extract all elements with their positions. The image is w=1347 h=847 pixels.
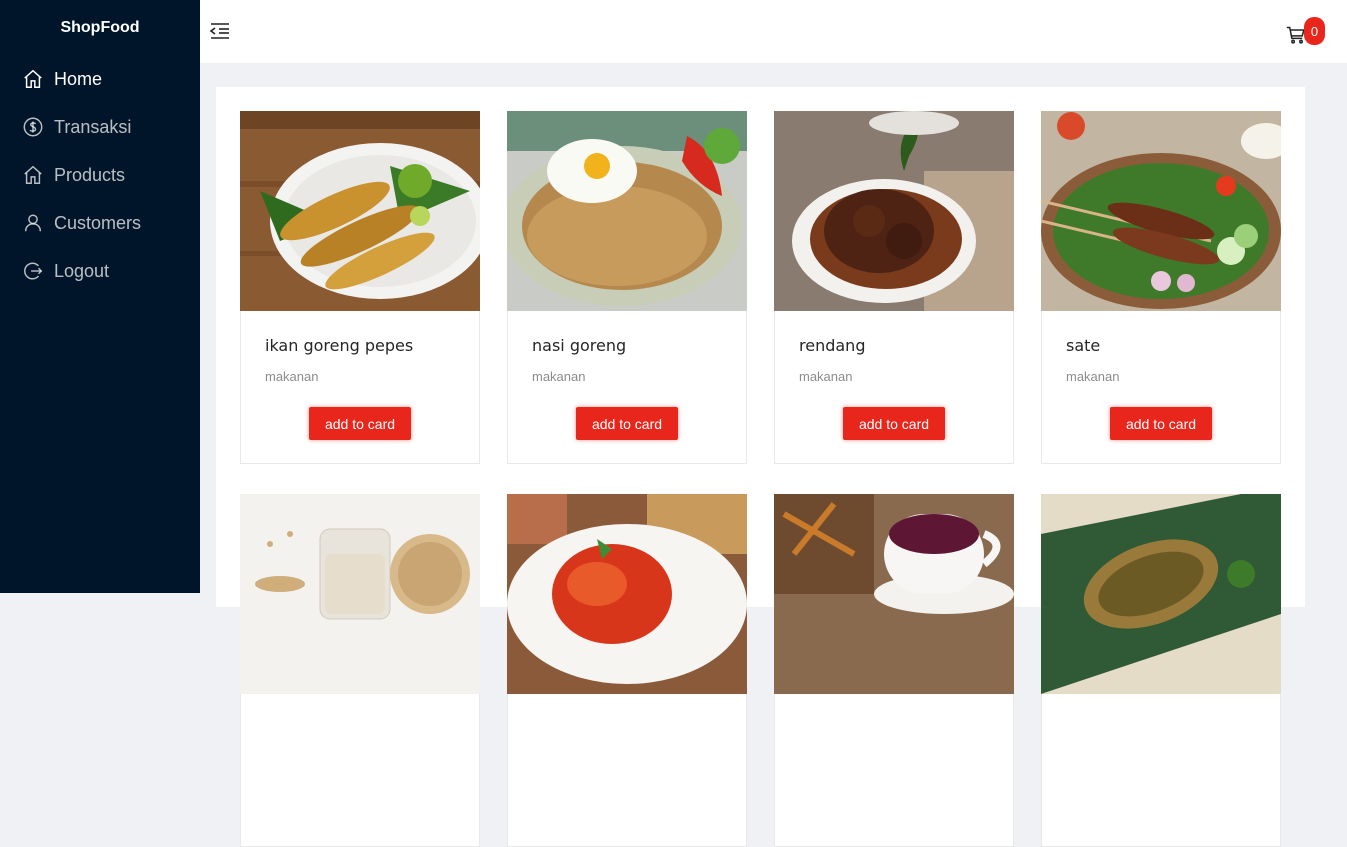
- sidebar-item-logout[interactable]: Logout: [0, 247, 200, 295]
- home-icon: [22, 164, 44, 186]
- brand-logo: ShopFood: [60, 19, 140, 36]
- product-card: ikan goreng pepes makanan add to card: [240, 111, 480, 464]
- sidebar-item-label: Customers: [54, 212, 142, 233]
- add-to-card-button[interactable]: add to card: [576, 407, 678, 440]
- sidebar-item-products[interactable]: Products: [0, 151, 200, 199]
- product-category: makanan: [532, 369, 586, 384]
- product-image: [1041, 111, 1281, 311]
- product-name: rendang: [799, 336, 866, 355]
- sidebar-item-home[interactable]: Home: [0, 55, 200, 103]
- sidebar-item-label: Home: [54, 68, 103, 89]
- logout-icon: [22, 260, 44, 282]
- dollar-circle-icon: [22, 116, 44, 138]
- product-category: makanan: [1066, 369, 1120, 384]
- add-to-card-button[interactable]: add to card: [309, 407, 411, 440]
- sidebar-item-label: Transaksi: [54, 116, 132, 137]
- top-header: 0: [200, 0, 1347, 63]
- product-image: [240, 111, 480, 311]
- menu-fold-icon[interactable]: [209, 21, 230, 41]
- product-name: sate: [1066, 336, 1101, 355]
- add-to-card-button[interactable]: add to card: [1110, 407, 1212, 440]
- user-icon: [22, 212, 44, 234]
- product-card: [774, 494, 1014, 847]
- sidebar-menu: Home Transaksi Products Customers Logout: [0, 55, 200, 295]
- sidebar: ShopFood Home Transaksi Products Custome…: [0, 0, 200, 593]
- main-content: ikan goreng pepes makanan add to card na…: [216, 87, 1305, 847]
- sidebar-item-label: Logout: [54, 260, 110, 281]
- sidebar-item-label: Products: [54, 164, 126, 185]
- home-icon: [22, 68, 44, 90]
- sidebar-item-transaksi[interactable]: Transaksi: [0, 103, 200, 151]
- product-card: [240, 494, 480, 847]
- cart-count-badge: 0: [1304, 17, 1325, 45]
- product-card: nasi goreng makanan add to card: [507, 111, 747, 464]
- add-to-card-button[interactable]: add to card: [843, 407, 945, 440]
- product-image: [1041, 494, 1281, 694]
- product-grid: ikan goreng pepes makanan add to card na…: [240, 111, 1281, 847]
- product-name: nasi goreng: [532, 336, 627, 355]
- product-category: makanan: [799, 369, 853, 384]
- product-card: rendang makanan add to card: [774, 111, 1014, 464]
- sidebar-item-customers[interactable]: Customers: [0, 199, 200, 247]
- product-image: [507, 111, 747, 311]
- product-category: makanan: [265, 369, 319, 384]
- product-card: [1041, 494, 1281, 847]
- cart-button[interactable]: 0: [1286, 17, 1326, 47]
- product-image: [507, 494, 747, 694]
- product-card: [507, 494, 747, 847]
- product-card: sate makanan add to card: [1041, 111, 1281, 464]
- product-image: [240, 494, 480, 694]
- product-name: ikan goreng pepes: [265, 336, 414, 355]
- shopping-cart-icon: [1286, 26, 1305, 44]
- product-image: [774, 111, 1014, 311]
- product-image: [774, 494, 1014, 694]
